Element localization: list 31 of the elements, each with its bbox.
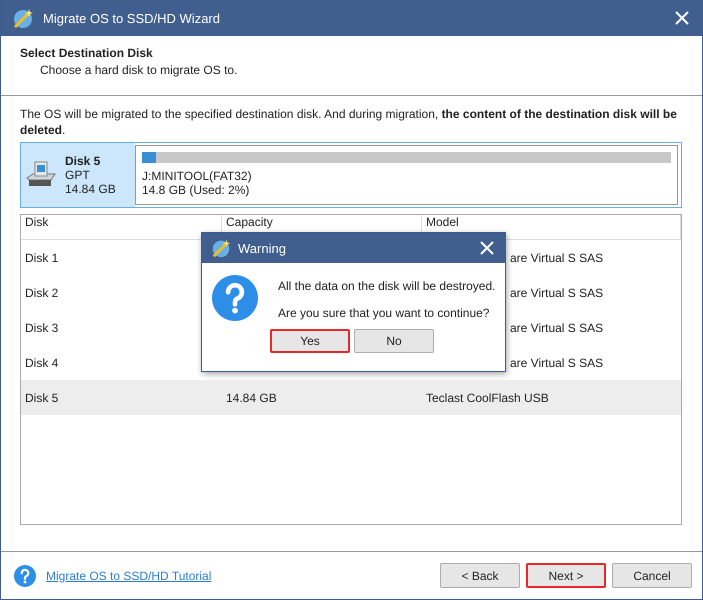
disk-name: Disk 5 bbox=[65, 154, 102, 168]
table-cell: are Virtual S SAS bbox=[510, 250, 604, 264]
table-cell: Disk 5 bbox=[25, 390, 58, 404]
table-cell: Disk 4 bbox=[25, 356, 58, 370]
table-cell: Disk 3 bbox=[25, 320, 58, 334]
help-icon[interactable] bbox=[14, 564, 36, 586]
dialog-button[interactable]: No bbox=[354, 329, 434, 353]
table-cell: are Virtual S SAS bbox=[510, 356, 604, 370]
tutorial-link[interactable]: Migrate OS to SSD/HD Tutorial bbox=[46, 568, 434, 582]
help-icon bbox=[212, 275, 258, 321]
page-title: Select Destination Disk bbox=[20, 46, 154, 60]
partition-usage: 14.8 GB (Used: 2%) bbox=[142, 183, 250, 197]
wizard-button[interactable]: < Back bbox=[440, 563, 520, 588]
disk-size: 14.84 GB bbox=[65, 182, 116, 196]
window-title: Migrate OS to SSD/HD Wizard bbox=[43, 10, 221, 26]
dialog-message: Are you sure that you want to continue? bbox=[278, 306, 490, 320]
description-text: The OS will be migrated to the specified destination disk. And during migration, the content of the destination disk will be deleted. bbox=[20, 107, 677, 137]
dialog-message: All the data on the disk will be destroyed. bbox=[278, 279, 496, 293]
table-cell: Teclast CoolFlash USB bbox=[426, 390, 549, 404]
disk-card[interactable]: Disk 5 GPT 14.84 GB J:MINITOOL(FAT32) 14.8 GB (Used: 2%) bbox=[20, 142, 682, 208]
table-cell: Disk 1 bbox=[25, 250, 58, 264]
dialog-title: Warning bbox=[238, 240, 287, 256]
wizard-button[interactable]: Next > bbox=[526, 563, 606, 588]
table-row[interactable]: Disk 5 14.84 GB Teclast CoolFlash USB bbox=[21, 380, 681, 415]
partition-label: J:MINITOOL(FAT32) bbox=[142, 169, 253, 183]
disk-style: GPT bbox=[65, 168, 91, 182]
table-cell: are Virtual S SAS bbox=[510, 320, 604, 334]
page-subtitle: Choose a hard disk to migrate OS to. bbox=[39, 63, 238, 77]
table-cell: 14.84 GB bbox=[226, 390, 277, 404]
dialog-button[interactable]: Yes bbox=[270, 329, 350, 353]
wizard-button[interactable]: Cancel bbox=[612, 563, 692, 588]
